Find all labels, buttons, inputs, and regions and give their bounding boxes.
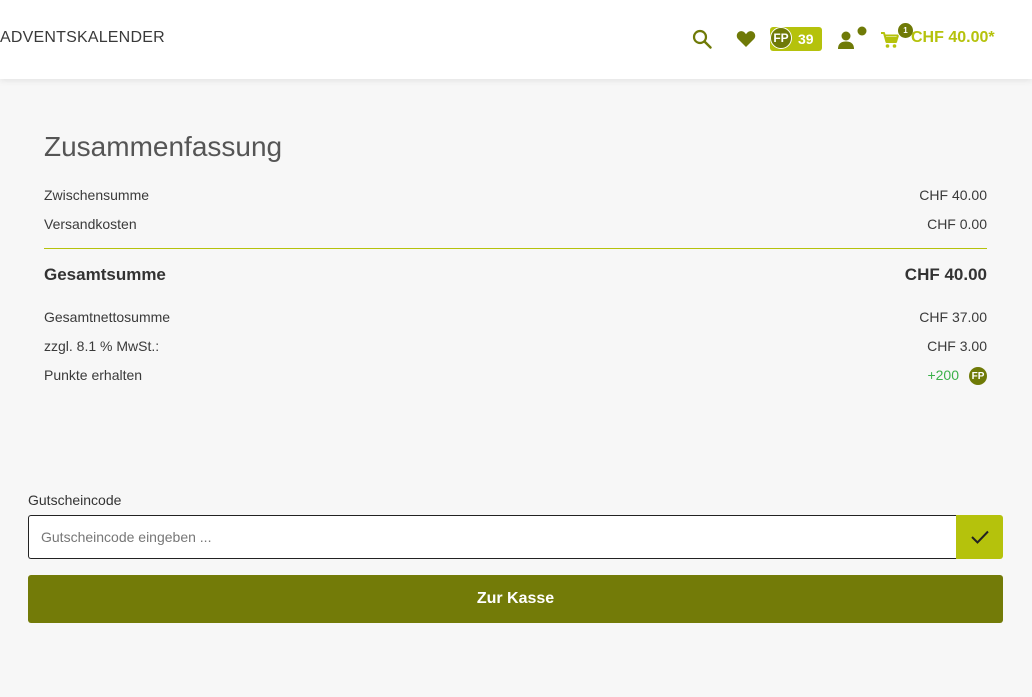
points-indicator[interactable]: FP 39 [770,27,822,51]
points-row: Punkte erhalten +200 FP [44,367,987,387]
search-icon[interactable] [692,29,712,49]
summary-title: Zusammenfassung [44,131,283,162]
total-row: Gesamtsumme CHF 40.00 [44,265,987,289]
shipping-label: Versandkosten [44,216,137,232]
voucher-input[interactable] [28,515,957,559]
summary-divider [44,248,987,249]
shipping-value: CHF 0.00 [927,216,987,232]
subtotal-label: Zwischensumme [44,187,150,203]
voucher-label: Gutscheincode [28,492,122,508]
vat-value: CHF 3.00 [927,338,987,354]
nav-item-adventskalender[interactable]: ADVENTSKALENDER [0,29,165,47]
net-value: CHF 37.00 [919,309,987,325]
subtotal-value: CHF 40.00 [919,187,987,203]
points-count: 39 [798,31,814,47]
heart-icon[interactable] [736,30,756,48]
fp-points-icon: FP [969,367,987,385]
account-icon[interactable] [837,26,869,52]
net-label: Gesamtnettosumme [44,309,171,325]
cart-total[interactable]: CHF 40.00* [911,29,995,47]
points-value: +200 [927,367,959,383]
shipping-row: Versandkosten CHF 0.00 [44,216,987,236]
checkmark-icon [970,530,989,544]
site-header: ADVENTSKALENDER FP 39 1 CHF 40.00* [0,0,1032,79]
vat-label: zzgl. 8.1 % MwSt.: [44,338,160,354]
net-row: Gesamtnettosumme CHF 37.00 [44,309,987,329]
voucher-submit-button[interactable] [956,515,1003,559]
total-value: CHF 40.00 [904,265,987,284]
total-label: Gesamtsumme [44,265,166,284]
vat-row: zzgl. 8.1 % MwSt.: CHF 3.00 [44,338,987,358]
subtotal-row: Zwischensumme CHF 40.00 [44,187,987,207]
points-label: Punkte erhalten [44,367,143,383]
fp-badge-icon: FP [770,27,792,49]
checkout-button[interactable]: Zur Kasse [28,575,1003,623]
